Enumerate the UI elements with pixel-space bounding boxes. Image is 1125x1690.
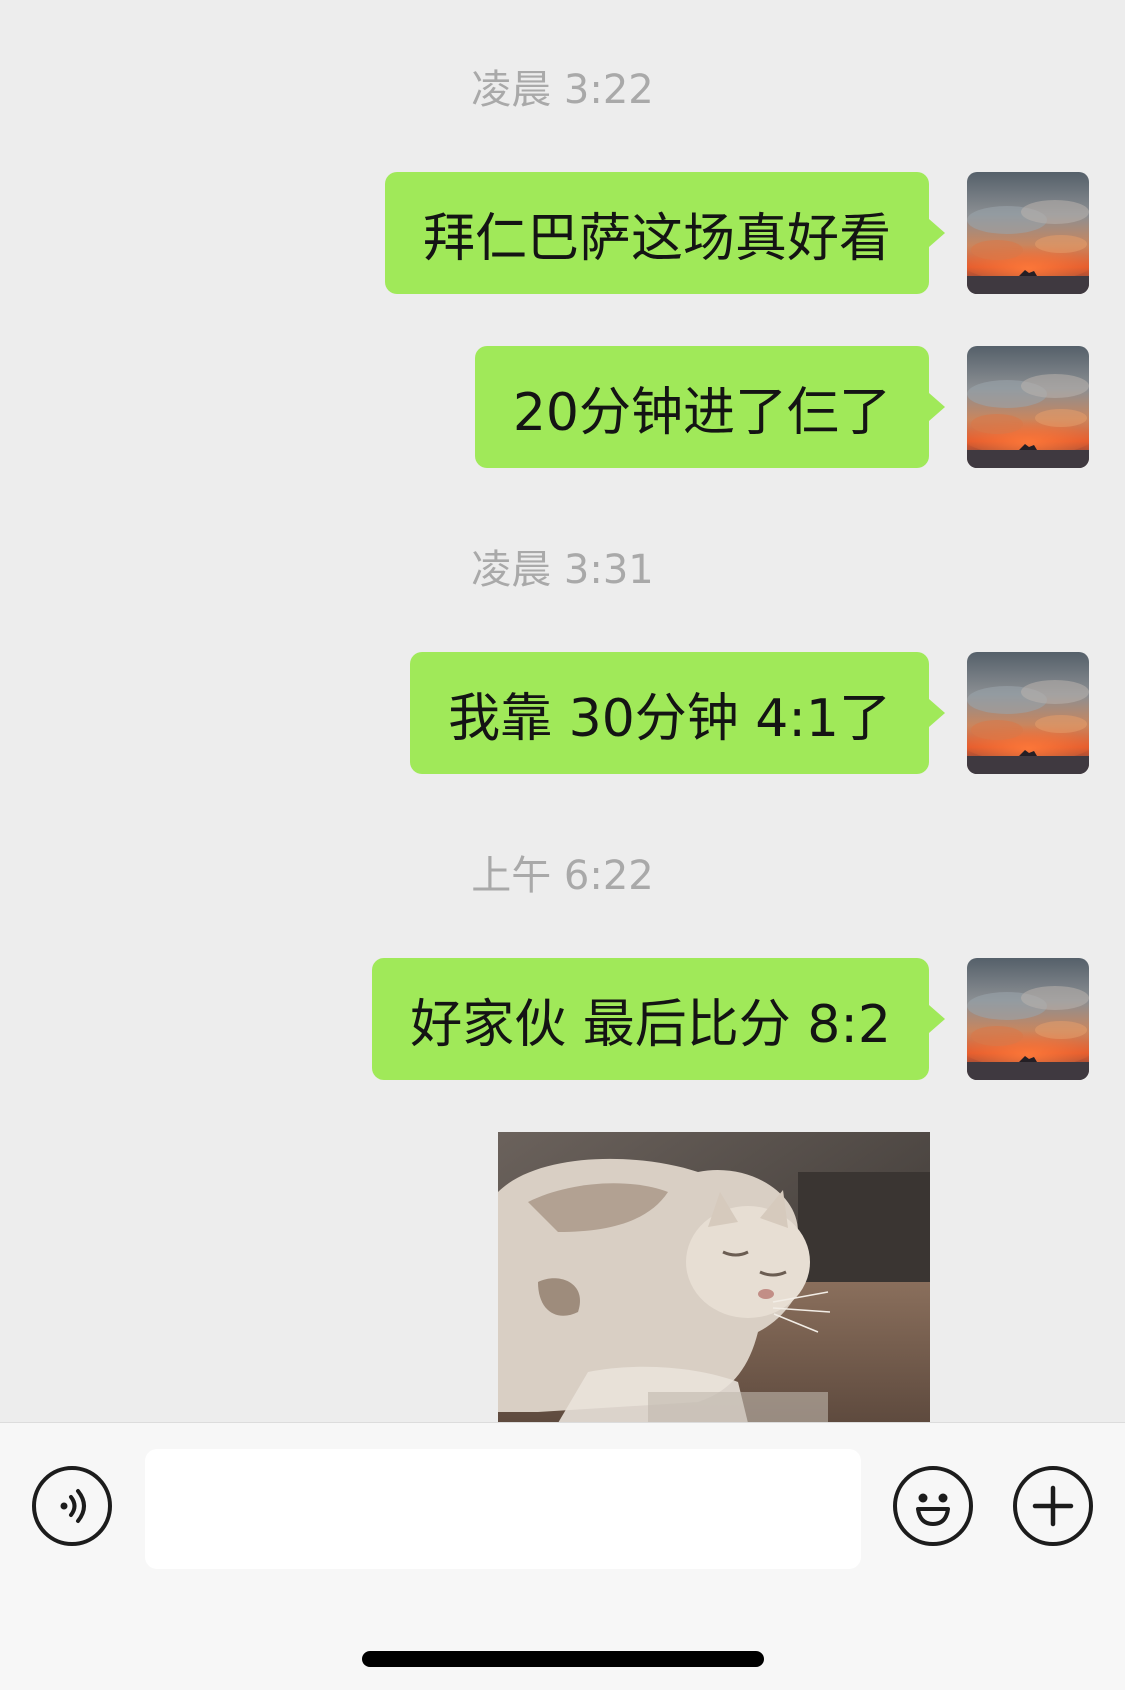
input-bar xyxy=(0,1422,1125,1690)
timestamp: 凌晨 3:31 xyxy=(471,547,654,593)
cat-sticker-image xyxy=(498,1132,930,1423)
plus-icon xyxy=(1032,1485,1074,1527)
message-bubble[interactable]: 我靠 30分钟 4:1了 xyxy=(410,652,945,774)
avatar[interactable] xyxy=(967,346,1089,468)
voice-icon xyxy=(60,1489,86,1523)
avatar[interactable] xyxy=(967,652,1089,774)
message-input[interactable] xyxy=(145,1449,861,1569)
home-indicator xyxy=(362,1651,764,1667)
voice-button[interactable] xyxy=(32,1466,112,1546)
avatar-image xyxy=(967,958,1089,1080)
message-bubble[interactable]: 好家伙 最后比分 8:2 xyxy=(372,958,945,1080)
avatar-image xyxy=(967,172,1089,294)
avatar[interactable] xyxy=(967,172,1089,294)
avatar-image xyxy=(967,652,1089,774)
message-bubble[interactable]: 20分钟进了仨了 xyxy=(474,346,946,468)
avatar[interactable] xyxy=(967,958,1089,1080)
timestamp: 上午 6:22 xyxy=(471,853,654,899)
emoji-icon xyxy=(916,1493,950,1526)
avatar-image xyxy=(967,346,1089,468)
chat-area[interactable]: 凌晨 3:22 拜仁巴萨这场真好看 20分钟进了仨了 凌晨 3:31 我靠 30… xyxy=(0,0,1125,1423)
timestamp: 凌晨 3:22 xyxy=(471,67,654,113)
emoji-button[interactable] xyxy=(893,1466,973,1546)
plus-button[interactable] xyxy=(1013,1466,1093,1546)
message-bubble[interactable]: 拜仁巴萨这场真好看 xyxy=(384,172,946,294)
cat-sticker[interactable] xyxy=(498,1132,930,1423)
